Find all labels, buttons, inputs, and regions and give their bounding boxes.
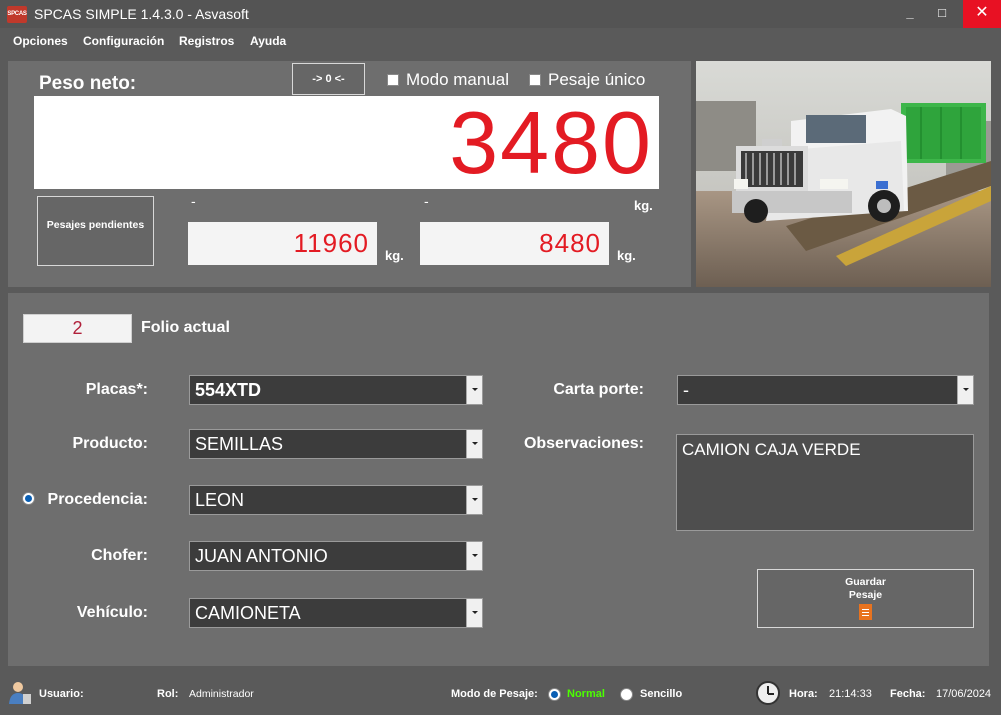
manual-mode-checkbox[interactable]: Modo manual — [387, 70, 509, 90]
mode-simple-radio[interactable] — [620, 688, 633, 701]
document-icon — [859, 604, 872, 620]
role-label: Rol: — [157, 688, 179, 700]
vehiculo-value: CAMIONETA — [195, 603, 301, 623]
chofer-combo[interactable]: JUAN ANTONIO — [189, 541, 483, 571]
chevron-down-icon[interactable] — [466, 599, 482, 627]
observaciones-label: Observaciones: — [523, 435, 644, 452]
placas-label: Placas*: — [85, 381, 148, 398]
maximize-button[interactable]: □ — [925, 0, 959, 28]
clock-icon — [756, 681, 780, 705]
save-button-label: Guardar Pesaje — [845, 576, 886, 601]
folio-field: 2 — [23, 314, 132, 343]
producto-value: SEMILLAS — [195, 434, 284, 454]
form-panel: 2 Folio actual Placas*: 554XTD Producto:… — [8, 293, 989, 666]
user-label: Usuario: — [39, 688, 84, 700]
close-button[interactable]: ✕ — [963, 0, 1001, 28]
window-title: SPCAS SIMPLE 1.4.3.0 - Asvasoft — [34, 6, 249, 22]
chevron-down-icon[interactable] — [957, 376, 973, 404]
menu-bar: Opciones Configuración Registros Ayuda — [0, 28, 1001, 55]
weight-panel: Peso neto: -> 0 <- Modo manual Pesaje ún… — [8, 61, 691, 287]
procedencia-combo[interactable]: LEON — [189, 485, 483, 515]
carta-porte-label: Carta porte: — [553, 381, 644, 398]
observaciones-value: CAMION CAJA VERDE — [682, 440, 861, 459]
mode-normal-radio[interactable] — [548, 688, 561, 701]
chofer-label: Chofer: — [91, 547, 148, 564]
chevron-down-icon[interactable] — [466, 430, 482, 458]
role-value: Administrador — [189, 688, 254, 700]
second-weight-caption: - — [424, 193, 429, 209]
time-value: 21:14:33 — [829, 688, 872, 700]
observaciones-textarea[interactable]: CAMION CAJA VERDE — [676, 434, 974, 531]
menu-opciones[interactable]: Opciones — [13, 34, 68, 48]
menu-registros[interactable]: Registros — [179, 34, 234, 48]
procedencia-label: Procedencia: — [47, 491, 148, 508]
unit-label: kg. — [634, 198, 653, 213]
time-label: Hora: — [789, 688, 818, 700]
truck-photo-image — [696, 61, 991, 287]
placas-combo[interactable]: 554XTD — [189, 375, 483, 405]
net-weight-label: Peso neto: — [39, 73, 137, 94]
zero-button[interactable]: -> 0 <- — [292, 63, 365, 95]
first-weight-caption: - — [191, 193, 196, 209]
date-value: 17/06/2024 — [936, 688, 992, 700]
save-weighing-button[interactable]: Guardar Pesaje — [757, 569, 974, 628]
checkbox-box[interactable] — [387, 74, 399, 86]
mode-normal-label: Normal — [567, 688, 605, 700]
carta-porte-combo[interactable]: - — [677, 375, 974, 405]
chevron-down-icon[interactable] — [466, 486, 482, 514]
second-weight-value: 8480 — [539, 228, 601, 258]
menu-ayuda[interactable]: Ayuda — [250, 34, 286, 48]
procedencia-value: LEON — [195, 490, 245, 510]
mode-simple-label: Sencillo — [640, 688, 683, 700]
status-bar: Usuario: Rol: Administrador Modo de Pesa… — [0, 672, 1001, 715]
chevron-down-icon[interactable] — [466, 542, 482, 570]
checkbox-box[interactable] — [529, 74, 541, 86]
net-weight-display: 3480 — [34, 93, 659, 192]
second-weight-field: 8480 — [420, 222, 609, 265]
folio-label: Folio actual — [141, 319, 230, 336]
second-weight-unit: kg. — [617, 248, 636, 263]
date-label: Fecha: — [890, 688, 926, 700]
user-icon — [9, 682, 31, 704]
net-weight-value: 3480 — [449, 93, 653, 192]
first-weight-field: 11960 — [188, 222, 377, 265]
carta-porte-value: - — [683, 380, 689, 400]
procedencia-radio[interactable] — [22, 492, 35, 505]
chofer-value: JUAN ANTONIO — [195, 546, 328, 566]
placas-value: 554XTD — [195, 380, 262, 400]
single-weigh-checkbox[interactable]: Pesaje único — [529, 70, 645, 90]
minimize-button[interactable]: _ — [893, 0, 927, 28]
menu-configuracion[interactable]: Configuración — [83, 34, 164, 48]
pending-weighings-button[interactable]: Pesajes pendientes — [37, 196, 154, 266]
producto-label: Producto: — [72, 435, 148, 452]
vehiculo-label: Vehículo: — [76, 604, 148, 621]
first-weight-unit: kg. — [385, 248, 404, 263]
app-logo: SPCAS — [7, 6, 27, 23]
vehiculo-combo[interactable]: CAMIONETA — [189, 598, 483, 628]
manual-mode-label: Modo manual — [406, 70, 510, 89]
chevron-down-icon[interactable] — [466, 376, 482, 404]
single-weigh-label: Pesaje único — [548, 70, 646, 89]
first-weight-value: 11960 — [293, 228, 369, 258]
title-bar: SPCAS SPCAS SIMPLE 1.4.3.0 - Asvasoft _ … — [0, 0, 1001, 28]
truck-camera-photo — [696, 61, 991, 287]
mode-label: Modo de Pesaje: — [451, 688, 538, 700]
producto-combo[interactable]: SEMILLAS — [189, 429, 483, 459]
